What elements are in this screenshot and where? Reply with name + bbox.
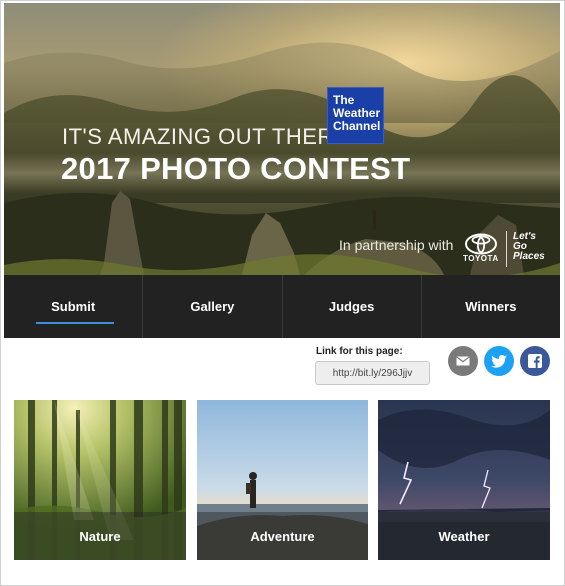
tab-label: Gallery <box>190 299 235 314</box>
weather-channel-logo[interactable]: The Weather Channel <box>327 87 384 144</box>
toyota-wordmark: TOYOTA <box>463 254 499 263</box>
twitter-share-button[interactable] <box>484 346 514 376</box>
category-card-nature[interactable]: Nature <box>14 400 186 560</box>
category-label: Nature <box>79 529 121 544</box>
partnership-text: In partnership with <box>339 237 454 253</box>
facebook-share-button[interactable] <box>520 346 550 376</box>
tab-judges[interactable]: Judges <box>283 275 422 338</box>
tab-label: Judges <box>328 299 375 314</box>
category-label: Weather <box>438 529 490 544</box>
partner-divider <box>506 231 507 267</box>
share-link-label: Link for this page: <box>316 346 403 357</box>
toyota-emblem-icon <box>465 233 497 255</box>
twitter-icon <box>491 354 507 368</box>
tab-winners[interactable]: Winners <box>422 275 560 338</box>
active-tab-indicator <box>36 322 115 324</box>
tab-label: Winners <box>465 299 517 314</box>
tab-gallery[interactable]: Gallery <box>143 275 283 338</box>
tab-label: Submit <box>51 299 96 314</box>
tab-submit[interactable]: Submit <box>4 275 144 338</box>
logo-line: Channel <box>333 119 381 133</box>
slogan-line: Places <box>513 251 545 262</box>
category-label: Adventure <box>250 529 315 544</box>
email-icon <box>456 356 470 366</box>
toyota-slogan: Let's Go Places <box>513 232 545 262</box>
hero-title: 2017 PHOTO CONTEST <box>61 151 411 186</box>
facebook-icon <box>528 354 542 368</box>
hero-tagline: IT'S AMAZING OUT THERE <box>62 124 349 149</box>
email-share-button[interactable] <box>448 346 478 376</box>
share-link-field[interactable] <box>315 361 430 385</box>
category-card-weather[interactable]: Weather <box>378 400 550 560</box>
contest-nav-bar: Submit Gallery Judges Winners <box>4 275 560 338</box>
category-card-adventure[interactable]: Adventure <box>197 400 368 560</box>
hero-banner: IT'S AMAZING OUT THERE 2017 PHOTO CONTES… <box>4 3 560 275</box>
